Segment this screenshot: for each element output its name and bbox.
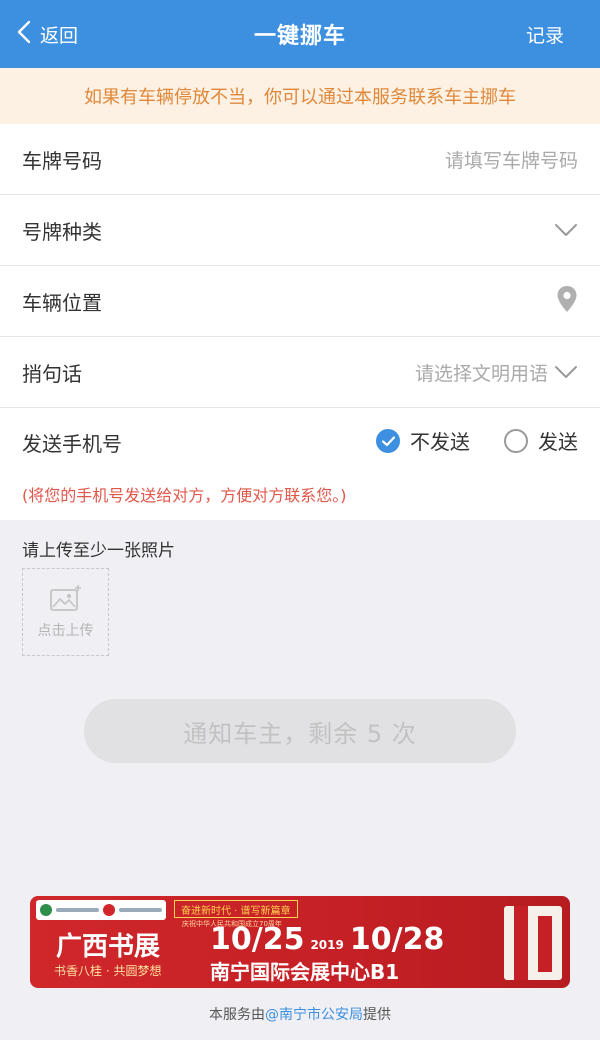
navigation-bar: 返回 一键挪车 记录 — [0, 0, 600, 68]
plate-number-label: 车牌号码 — [22, 149, 102, 173]
checkmark-icon[interactable] — [376, 428, 400, 453]
book-illustration-icon — [504, 906, 562, 980]
sponsor-logo-icon — [40, 904, 52, 916]
add-image-icon — [49, 584, 83, 616]
map-pin-icon — [556, 285, 578, 318]
footer-prefix: 本服务由 — [209, 1007, 265, 1023]
banner-title: 广西书展 — [56, 932, 161, 962]
notify-owner-button[interactable]: 通知车主，剩余 5 次 — [84, 699, 516, 763]
plate-number-row[interactable]: 车牌号码 请填写车牌号码 — [0, 124, 600, 195]
chevron-down-icon — [554, 220, 578, 242]
plate-type-select[interactable] — [554, 220, 578, 242]
banner-date-start: 10/25 — [210, 922, 305, 957]
banner-venue: 南宁国际会展中心B1 — [210, 960, 400, 984]
banner-date-end: 10/28 — [349, 922, 445, 957]
footer-suffix: 提供 — [363, 1007, 391, 1023]
location-label: 车辆位置 — [22, 291, 102, 315]
message-placeholder: 请选择文明用语 — [414, 363, 548, 385]
footer-provider-link[interactable]: @南宁市公安局 — [265, 1007, 363, 1023]
sponsor-logo-icon — [103, 904, 115, 916]
plate-number-input[interactable]: 请填写车牌号码 — [445, 146, 578, 173]
radio-label-no-send: 不发送 — [410, 430, 470, 454]
sponsor-name-line — [119, 908, 162, 912]
chevron-down-icon — [554, 362, 578, 384]
plate-type-row[interactable]: 号牌种类 — [0, 195, 600, 266]
send-phone-label: 发送手机号 — [22, 432, 122, 456]
banner-year: 2019 — [310, 938, 344, 952]
send-phone-row: 发送手机号 不发送 发送 (将您的手机号发送给对方，方便对方联系您。) — [0, 408, 600, 520]
footer-credit: 本服务由@南宁市公安局提供 — [0, 1004, 600, 1024]
radio-circle-icon[interactable] — [504, 428, 528, 453]
banner-slogan: 奋进新时代 · 谱写新篇章 — [174, 900, 298, 918]
radio-option-send[interactable]: 发送 — [504, 426, 578, 455]
upload-label: 点击上传 — [37, 623, 94, 639]
sponsor-name-line — [56, 908, 99, 912]
notice-banner: 如果有车辆停放不当，你可以通过本服务联系车主挪车 — [0, 68, 600, 124]
send-phone-hint: (将您的手机号发送给对方，方便对方联系您。) — [22, 486, 347, 505]
sponsor-logos — [36, 900, 166, 920]
send-phone-radio-group: 不发送 发送 — [376, 426, 578, 455]
message-select[interactable]: 请选择文明用语 — [415, 359, 578, 386]
records-button[interactable]: 记录 — [526, 0, 564, 68]
radio-label-send: 发送 — [538, 430, 578, 454]
book-fair-banner[interactable]: 奋进新时代 · 谱写新篇章 庆祝中华人民共和国成立70周年 广西书展 书香八桂 … — [30, 896, 570, 988]
move-car-form: 车牌号码 请填写车牌号码 号牌种类 车辆位置 捎句话 请选择文明用语 发送手机号 — [0, 124, 600, 520]
location-row[interactable]: 车辆位置 — [0, 266, 600, 337]
radio-option-no-send[interactable]: 不发送 — [376, 426, 470, 455]
location-picker[interactable] — [556, 285, 578, 318]
plate-type-label: 号牌种类 — [22, 220, 102, 244]
banner-dates: 10/25 2019 10/28 — [210, 922, 444, 957]
banner-subtitle: 书香八桂 · 共圆梦想 — [54, 964, 162, 978]
upload-photo-button[interactable]: 点击上传 — [22, 568, 109, 656]
page-title: 一键挪车 — [253, 24, 346, 49]
upload-title: 请上传至少一张照片 — [22, 541, 175, 561]
message-row[interactable]: 捎句话 请选择文明用语 — [0, 337, 600, 408]
message-label: 捎句话 — [22, 362, 82, 386]
